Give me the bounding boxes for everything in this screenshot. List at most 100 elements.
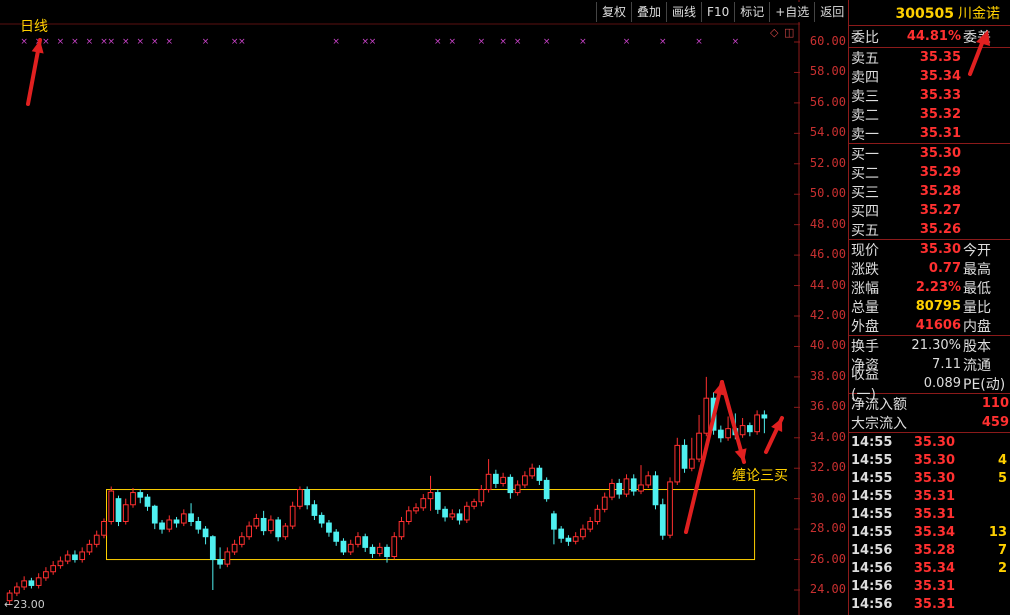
bid-level-price: 35.29 [919,165,961,180]
tick-row: 14:55 35.30 5 [849,469,1010,487]
ask-level-price: 35.32 [919,107,961,122]
candle-body [485,473,492,491]
bid-level-row: 买二 35.29 [849,163,1010,182]
signal-marker: × [238,37,246,47]
candle-body [209,536,216,561]
quote-row: 现价 35.30 今开 [849,240,1010,259]
stock-header: 300505 川金诺 [849,0,1010,26]
toolbar-button-5[interactable]: +自选 [769,2,815,22]
signal-marker: × [71,37,79,47]
toolbar-button-1[interactable]: 叠加 [631,2,667,22]
price-tick-label: 30.00 [809,490,846,505]
tick-time: 14:55 [851,470,893,486]
tick-row: 14:55 35.34 13 [849,523,1010,541]
tick-volume: 2 [997,560,1007,576]
tick-price: 35.28 [913,542,955,558]
quote-stats: 现价 35.30 今开 涨跌 0.77 最高 涨幅 2.23% 最低 总量 80795 量比 外盘 416… [849,240,1010,336]
price-tick-label: 54.00 [809,125,846,140]
price-tick-label: 26.00 [809,551,846,566]
candle-body [434,492,441,510]
stat-value: 0.089 [923,376,961,391]
candle-body [180,513,187,524]
price-tick-label: 34.00 [809,429,846,444]
tick-row: 14:55 35.30 [849,433,1010,451]
quote-label: 涨幅 [851,280,879,297]
candle-body [202,528,209,538]
tick-time: 14:56 [851,578,893,594]
candle-body [217,559,223,565]
price-tick-label: 48.00 [809,216,846,231]
toolbar-button-3[interactable]: F10 [701,2,735,22]
panel-toggle-icon[interactable]: ◫ [784,26,794,39]
price-tick-label: 28.00 [809,521,846,536]
tick-volume: 7 [997,542,1007,558]
candle-body [260,517,267,532]
toolbar-button-6[interactable]: 返回 [814,2,850,22]
diamond-icon[interactable]: ◇ [770,26,778,39]
candle-body [754,414,760,433]
signal-marker: × [449,37,457,47]
candle-body [289,505,296,527]
candle-body [115,498,122,522]
fundamental-stats: 换手 21.30% 股本 净资 7.11 流通 收益(一) 0.089 PE(动) [849,336,1010,403]
price-tick-label: 44.00 [809,277,846,292]
candle-body [623,478,630,495]
tick-row: 14:55 35.31 [849,487,1010,505]
ask-level-label: 卖四 [851,69,879,86]
stat-value: 21.30% [911,338,961,353]
candle-body [514,484,521,494]
tick-row: 14:56 35.31 [849,595,1010,613]
candle-body [151,505,158,524]
candle-body [442,508,448,518]
quote-panel: 300505 川金诺 委比 44.81% 委差 卖五 35.35 卖四 35.34 卖三 3… [848,0,1010,615]
tick-time: 14:55 [851,488,893,504]
price-tick-label: 50.00 [809,186,846,201]
price-tick-label: 40.00 [809,338,846,353]
candle-body [471,501,477,507]
bid-levels: 买一 35.30 买二 35.29 买三 35.28 买四 35.27 买五 35.26 [849,144,1010,240]
stock-code: 300505 [895,6,954,22]
signal-marker: × [57,37,65,47]
candle-body [130,492,136,506]
signal-marker: × [151,37,159,47]
price-tick-label: 60.00 [809,34,846,48]
price-tick-label: 24.00 [809,582,846,596]
candle-body [580,528,586,538]
signal-marker: × [579,37,587,47]
candle-body [739,425,746,436]
candle-body [551,513,557,530]
bid-level-label: 买二 [851,165,879,182]
signal-marker: × [86,37,94,47]
kline-chart[interactable]: ××××××××××××××××××××××××××××× 日线 缠论三买 ←2… [0,0,800,615]
flow-row: 大宗流入 459 [849,413,1010,432]
candle-body [630,478,637,492]
candle-body [246,525,252,538]
candle-body [478,489,485,503]
price-tick-label: 58.00 [809,64,846,79]
candle-body [659,504,666,536]
quote-label-2: 最低 [963,280,991,297]
candle-body [645,475,652,486]
flow-row: 净流入额 110 [849,394,1010,413]
toolbar-button-4[interactable]: 标记 [734,2,770,22]
ask-level-price: 35.35 [919,50,961,65]
candle-body [688,458,695,469]
ask-level-row: 卖三 35.33 [849,86,1010,105]
ask-level-label: 卖二 [851,107,879,124]
candle-body [231,543,238,553]
candle-body [166,519,173,530]
signal-marker: × [122,37,130,47]
candle-body [43,571,49,579]
stat-label-2: 股本 [963,338,991,355]
tick-time: 14:55 [851,434,893,450]
toolbar-button-0[interactable]: 复权 [596,2,632,22]
quote-row: 总量 80795 量比 [849,297,1010,316]
quote-label-2: 最高 [963,261,991,278]
kline-svg[interactable]: ××××××××××××××××××××××××××××× [0,0,800,615]
toolbar-button-2[interactable]: 画线 [666,2,702,22]
stat-label-2: 流通 [963,357,991,374]
signal-marker: × [42,37,50,47]
price-tick-label: 56.00 [809,94,846,109]
signal-marker: × [332,37,340,47]
ask-level-price: 35.31 [919,126,961,141]
